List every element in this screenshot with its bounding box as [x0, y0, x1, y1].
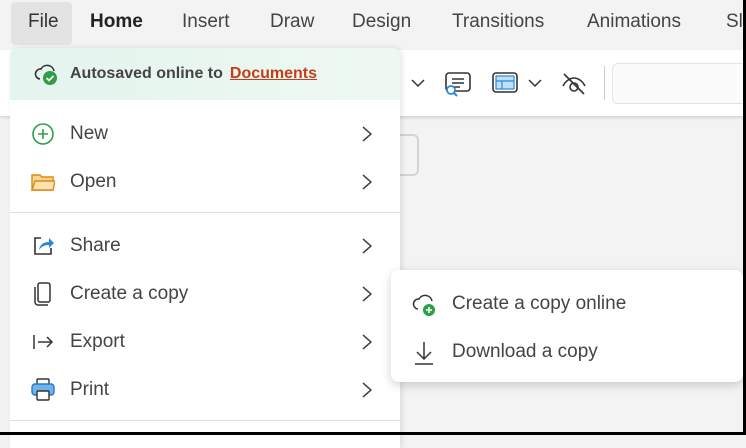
submenu-item-create-copy-online[interactable]: Create a copy online — [391, 282, 743, 326]
copy-icon — [34, 282, 51, 306]
tab-home[interactable]: Home — [90, 11, 143, 33]
menu-item-label: Print — [70, 379, 110, 400]
menu-item-print[interactable]: Print — [10, 367, 400, 413]
cloud-check-icon — [34, 64, 57, 85]
chevron-right-icon — [362, 382, 373, 398]
autosave-text: Autosaved online to — [70, 65, 223, 82]
menu-item-export[interactable]: Export — [10, 319, 400, 365]
tab-design[interactable]: Design — [352, 11, 411, 33]
menu-item-label: Open — [70, 171, 117, 192]
chevron-down-icon[interactable] — [527, 78, 543, 88]
documents-link[interactable]: Documents — [230, 65, 317, 83]
download-icon — [415, 342, 433, 365]
printer-icon — [31, 378, 55, 401]
menu-item-create-copy[interactable]: Create a copy — [10, 271, 400, 317]
submenu-item-download-copy[interactable]: Download a copy — [391, 330, 743, 374]
file-menu: Autosaved online to Documents New Open S… — [10, 48, 400, 448]
comment-search-icon[interactable] — [443, 72, 473, 98]
autosave-banner: Autosaved online to Documents — [10, 48, 400, 100]
submenu-item-label: Create a copy online — [452, 293, 627, 314]
menu-item-new[interactable]: New — [10, 111, 400, 157]
tab-insert[interactable]: Insert — [182, 11, 230, 33]
menu-item-label: Share — [70, 235, 121, 256]
menu-item-label: Create a copy — [70, 283, 189, 304]
tab-transitions[interactable]: Transitions — [452, 11, 544, 33]
chevron-right-icon — [362, 286, 373, 302]
chevron-right-icon — [362, 334, 373, 350]
share-icon — [34, 237, 54, 255]
menu-item-share[interactable]: Share — [10, 223, 400, 269]
tab-slideshow[interactable]: Sl — [726, 11, 743, 33]
chevron-right-icon — [362, 174, 373, 190]
plus-circle-icon — [32, 123, 54, 145]
menu-item-open[interactable]: Open — [10, 159, 400, 205]
folder-icon — [31, 174, 55, 191]
menu-divider — [10, 212, 400, 213]
tab-draw[interactable]: Draw — [270, 11, 314, 33]
toolbar-divider — [604, 66, 605, 100]
menu-item-label: New — [70, 123, 109, 144]
tab-animations[interactable]: Animations — [587, 11, 681, 33]
chevron-right-icon — [362, 238, 373, 254]
submenu-item-label: Download a copy — [452, 341, 598, 362]
chevron-right-icon — [362, 126, 373, 142]
search-box[interactable] — [612, 63, 746, 104]
tab-file[interactable]: File — [11, 2, 72, 45]
hide-icon[interactable] — [561, 72, 587, 96]
menu-item-label: Export — [70, 331, 125, 352]
ribbon-tabs: File Home Insert Draw Design Transitions… — [0, 0, 746, 48]
create-copy-submenu: Create a copy online Download a copy — [391, 270, 743, 382]
chevron-down-icon[interactable] — [410, 78, 426, 88]
export-icon — [33, 335, 54, 349]
menu-divider — [10, 420, 400, 421]
cloud-add-icon — [412, 294, 435, 316]
layout-icon[interactable] — [492, 72, 518, 94]
